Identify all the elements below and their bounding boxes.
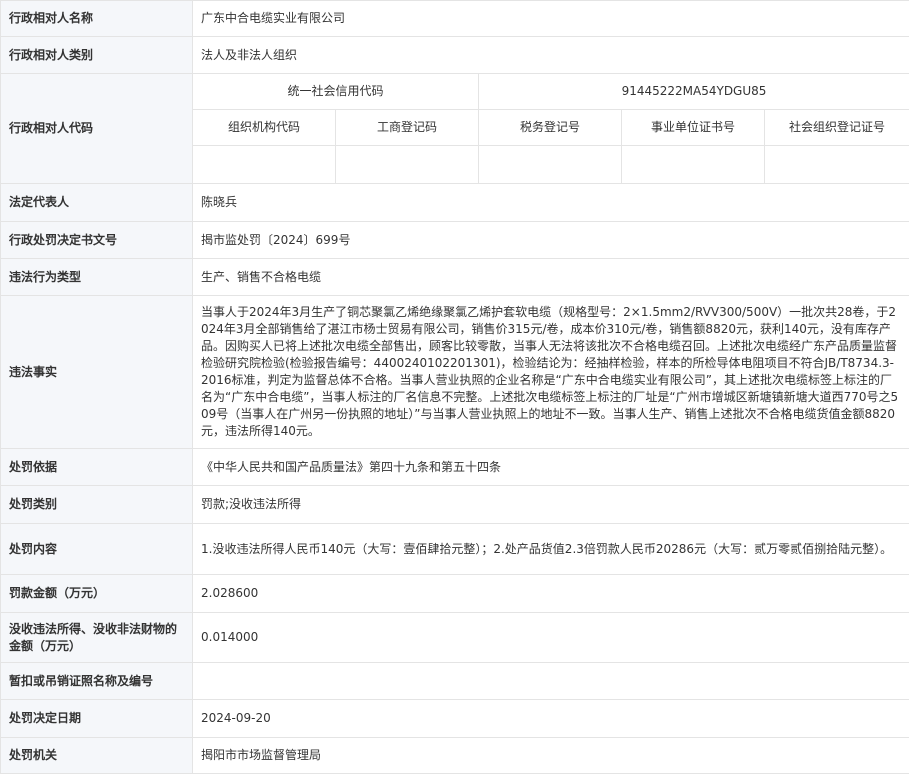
row-code-credit: 行政相对人代码 统一社会信用代码 91445222MA54YDGU85 xyxy=(0,73,909,184)
social-org-label: 社会组织登记证号 xyxy=(764,109,909,146)
tax-reg-label: 税务登记号 xyxy=(478,109,622,146)
doc-no-value: 揭市监处罚〔2024〕699号 xyxy=(192,221,909,259)
row-doc-no: 行政处罚决定书文号 揭市监处罚〔2024〕699号 xyxy=(0,221,909,259)
biz-reg-label: 工商登记码 xyxy=(335,109,479,146)
row-penalty-type: 处罚类别 罚款;没收违法所得 xyxy=(0,485,909,524)
penalty-content-label: 处罚内容 xyxy=(0,523,193,575)
violation-type-label: 违法行为类型 xyxy=(0,258,193,296)
row-category: 行政相对人类别 法人及非法人组织 xyxy=(0,36,909,74)
tax-reg-value xyxy=(478,145,622,184)
row-confiscation: 没收违法所得、没收非法财物的金额（万元） 0.014000 xyxy=(0,612,909,663)
legal-rep-label: 法定代表人 xyxy=(0,183,193,222)
row-penalty-content: 处罚内容 1.没收违法所得人民币140元（大写：壹佰肆拾元整）；2.处产品货值2… xyxy=(0,523,909,575)
row-license: 暂扣或吊销证照名称及编号 xyxy=(0,662,909,700)
license-label: 暂扣或吊销证照名称及编号 xyxy=(0,662,193,700)
fine-value: 2.028600 xyxy=(192,574,909,613)
doc-no-label: 行政处罚决定书文号 xyxy=(0,221,193,259)
credit-code-label: 统一社会信用代码 xyxy=(192,73,479,110)
org-code-value xyxy=(192,145,336,184)
org-code-label: 组织机构代码 xyxy=(192,109,336,146)
penalty-content-value: 1.没收违法所得人民币140元（大写：壹佰肆拾元整）；2.处产品货值2.3倍罚款… xyxy=(192,523,909,575)
name-label: 行政相对人名称 xyxy=(0,0,193,37)
credit-code-value: 91445222MA54YDGU85 xyxy=(478,73,909,110)
penalty-type-label: 处罚类别 xyxy=(0,485,193,524)
row-fine: 罚款金额（万元） 2.028600 xyxy=(0,574,909,613)
penalty-record-table: 行政相对人名称 广东中合电缆实业有限公司 行政相对人类别 法人及非法人组织 行政… xyxy=(0,0,909,774)
social-org-value xyxy=(764,145,909,184)
legal-rep-value: 陈晓兵 xyxy=(192,183,909,222)
inst-cert-value xyxy=(621,145,765,184)
row-authority: 处罚机关 揭阳市市场监督管理局 xyxy=(0,737,909,774)
row-decision-date: 处罚决定日期 2024-09-20 xyxy=(0,699,909,738)
row-name: 行政相对人名称 广东中合电缆实业有限公司 xyxy=(0,0,909,37)
row-violation-type: 违法行为类型 生产、销售不合格电缆 xyxy=(0,258,909,296)
authority-label: 处罚机关 xyxy=(0,737,193,774)
confiscation-label: 没收违法所得、没收非法财物的金额（万元） xyxy=(0,612,193,663)
violation-type-value: 生产、销售不合格电缆 xyxy=(192,258,909,296)
confiscation-value: 0.014000 xyxy=(192,612,909,663)
category-label: 行政相对人类别 xyxy=(0,36,193,74)
category-value: 法人及非法人组织 xyxy=(192,36,909,74)
license-value xyxy=(192,662,909,700)
row-basis: 处罚依据 《中华人民共和国产品质量法》第四十九条和第五十四条 xyxy=(0,448,909,486)
penalty-type-value: 罚款;没收违法所得 xyxy=(192,485,909,524)
decision-date-label: 处罚决定日期 xyxy=(0,699,193,738)
basis-value: 《中华人民共和国产品质量法》第四十九条和第五十四条 xyxy=(192,448,909,486)
name-value: 广东中合电缆实业有限公司 xyxy=(192,0,909,37)
fine-label: 罚款金额（万元） xyxy=(0,574,193,613)
authority-value: 揭阳市市场监督管理局 xyxy=(192,737,909,774)
biz-reg-value xyxy=(335,145,479,184)
facts-value: 当事人于2024年3月生产了铜芯聚氯乙烯绝缘聚氯乙烯护套软电缆（规格型号：2×1… xyxy=(192,295,909,449)
row-facts: 违法事实 当事人于2024年3月生产了铜芯聚氯乙烯绝缘聚氯乙烯护套软电缆（规格型… xyxy=(0,295,909,449)
basis-label: 处罚依据 xyxy=(0,448,193,486)
code-label: 行政相对人代码 xyxy=(0,73,193,184)
row-legal-rep: 法定代表人 陈晓兵 xyxy=(0,183,909,222)
facts-label: 违法事实 xyxy=(0,295,193,449)
inst-cert-label: 事业单位证书号 xyxy=(621,109,765,146)
decision-date-value: 2024-09-20 xyxy=(192,699,909,738)
